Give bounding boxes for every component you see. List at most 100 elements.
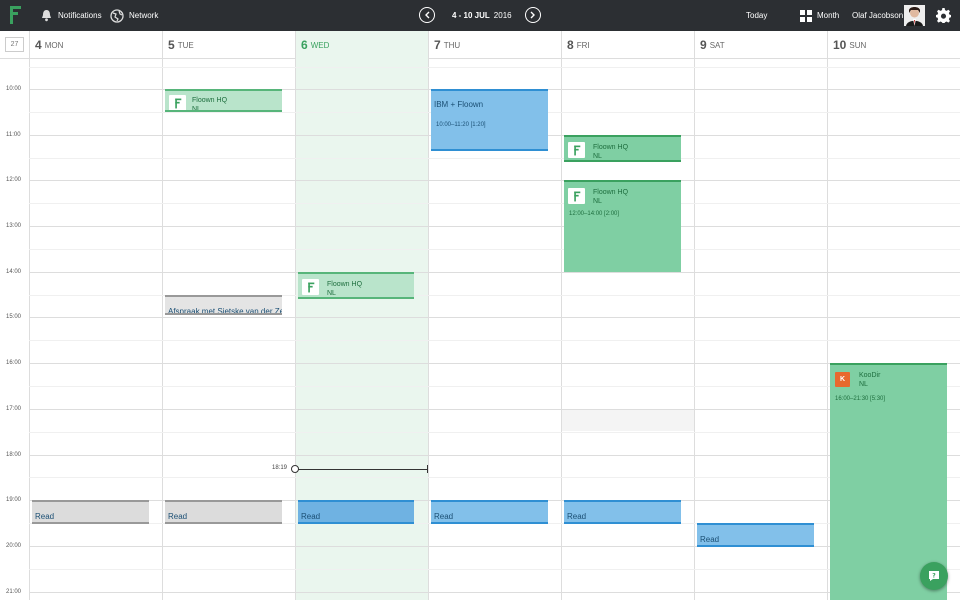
chat-question-icon: ? xyxy=(929,571,939,581)
week-number: 27 xyxy=(5,37,24,52)
half-hour-line xyxy=(29,203,960,204)
chevron-right-icon xyxy=(530,11,535,19)
svg-text:?: ? xyxy=(932,573,936,580)
time-label: 15:00 xyxy=(6,314,22,320)
event-floown-hq-fri-1[interactable]: Floown HQ NL xyxy=(564,135,681,162)
event-title: IBM + Floown xyxy=(434,100,484,109)
day-header-wed[interactable]: 6 WED xyxy=(295,31,428,59)
event-title: Afspraak met Sietske van der Ze xyxy=(168,307,282,315)
event-floown-hq-fri-2[interactable]: Floown HQ NL 12:00–14:00 [2:00] xyxy=(564,180,681,272)
notifications-label: Notifications xyxy=(58,11,102,20)
event-read-mon[interactable]: Read xyxy=(32,500,149,524)
event-title: Floown HQ NL xyxy=(327,280,363,297)
date-range: 4 - 10 JUL 2016 xyxy=(452,0,512,31)
half-hour-line xyxy=(29,477,960,478)
top-bar: Notifications Network 4 - 10 JUL 2016 To… xyxy=(0,0,960,31)
event-read-sat[interactable]: Read xyxy=(697,523,814,547)
event-location: NL xyxy=(192,106,201,112)
event-title: Floown HQ NL xyxy=(593,188,628,206)
week-grid[interactable]: 10:00 11:00 12:00 13:00 14:00 15:00 16:0… xyxy=(0,59,960,600)
day-name: WED xyxy=(310,40,330,50)
current-time-end-tick xyxy=(427,465,428,473)
half-hour-line xyxy=(29,340,960,341)
month-label: Month xyxy=(817,11,840,20)
user-name-label: Olaf Jacobson xyxy=(852,11,904,20)
hour-line xyxy=(29,409,960,410)
day-name: THU xyxy=(443,40,461,50)
notifications-button[interactable]: Notifications xyxy=(40,0,102,31)
event-read-wed[interactable]: Read xyxy=(298,500,414,524)
help-button[interactable]: ? xyxy=(920,562,948,590)
day-number: 5 xyxy=(168,38,175,52)
bell-icon xyxy=(42,10,51,22)
event-title-text: Floown HQ xyxy=(327,281,363,288)
event-time: 10:00–11:20 [1:20] xyxy=(436,122,486,128)
hour-line xyxy=(29,455,960,456)
event-title-text: Floown HQ xyxy=(593,144,629,151)
day-header-sat[interactable]: 9 SAT xyxy=(694,31,827,59)
event-time: 12:00–14:00 [2:00] xyxy=(569,211,620,217)
network-button[interactable]: Network xyxy=(110,0,158,31)
time-label: 17:00 xyxy=(6,406,22,412)
event-title-text: Floown HQ xyxy=(192,97,228,104)
event-location: NL xyxy=(327,290,336,297)
globe-icon xyxy=(110,8,124,23)
event-read-tue[interactable]: Read xyxy=(165,500,282,524)
time-label: 14:00 xyxy=(6,269,22,275)
calendar-app: Notifications Network 4 - 10 JUL 2016 To… xyxy=(0,0,960,600)
today-button[interactable]: Today xyxy=(746,0,767,31)
day-header-sun[interactable]: 10 SUN xyxy=(827,31,960,59)
next-week-button[interactable] xyxy=(525,7,541,23)
time-label: 16:00 xyxy=(6,360,22,366)
event-afspraak-tue[interactable]: Afspraak met Sietske van der Ze xyxy=(165,295,282,315)
event-title-text: Floown HQ xyxy=(593,189,629,196)
day-header-tue[interactable]: 5 TUE xyxy=(162,31,295,59)
floown-logo-icon xyxy=(568,142,585,158)
day-name: MON xyxy=(44,40,64,50)
event-floown-hq-tue[interactable]: Floown HQ NL xyxy=(165,89,282,112)
hour-line xyxy=(29,272,960,273)
day-header-mon[interactable]: 4 MON xyxy=(29,31,162,59)
event-title: Read xyxy=(35,512,55,521)
floown-logo-icon[interactable] xyxy=(8,5,22,25)
day-column-sat[interactable] xyxy=(694,59,827,600)
event-location: NL xyxy=(593,153,602,160)
current-time-label: 18:19 xyxy=(272,465,288,471)
floown-logo-icon xyxy=(568,188,585,204)
half-hour-line xyxy=(29,569,960,570)
day-header-fri[interactable]: 8 FRI xyxy=(561,31,694,59)
event-read-thu[interactable]: Read xyxy=(431,500,548,524)
day-name: FRI xyxy=(576,40,590,50)
event-read-fri[interactable]: Read xyxy=(564,500,681,524)
hour-line xyxy=(29,180,960,181)
event-floown-hq-wed[interactable]: Floown HQ NL xyxy=(298,272,414,299)
hour-line xyxy=(29,592,960,593)
time-label: 12:00 xyxy=(6,177,22,183)
day-header-thu[interactable]: 7 THU xyxy=(428,31,561,59)
current-time-line xyxy=(295,469,428,470)
date-range-year: 2016 xyxy=(493,11,512,20)
grid-view-icon xyxy=(800,9,812,22)
time-label: 21:00 xyxy=(6,589,22,595)
half-hour-line xyxy=(29,67,960,68)
month-view-button[interactable]: Month xyxy=(800,0,839,31)
time-label: 10:00 xyxy=(6,86,22,92)
event-title-text: KooDir xyxy=(859,372,881,379)
user-name[interactable]: Olaf Jacobson xyxy=(852,0,903,31)
k-avatar-icon: K xyxy=(835,372,850,387)
day-number: 6 xyxy=(301,38,308,52)
avatar[interactable] xyxy=(904,5,925,26)
time-label: 20:00 xyxy=(6,543,22,549)
half-hour-line xyxy=(29,432,960,433)
gear-icon[interactable] xyxy=(936,8,951,23)
event-title: Read xyxy=(434,512,454,521)
hour-line xyxy=(29,226,960,227)
day-name: TUE xyxy=(177,40,194,50)
event-title: Floown HQ NL xyxy=(593,143,629,160)
half-hour-line xyxy=(29,386,960,387)
event-ibm-floown-thu[interactable]: IBM + Floown 10:00–11:20 [1:20] xyxy=(431,89,548,151)
date-range-days: 4 - 10 JUL xyxy=(452,11,490,20)
previous-week-button[interactable] xyxy=(419,7,435,23)
time-label: 19:00 xyxy=(6,497,22,503)
event-time: 16:00–21:30 [5:30] xyxy=(835,396,886,402)
